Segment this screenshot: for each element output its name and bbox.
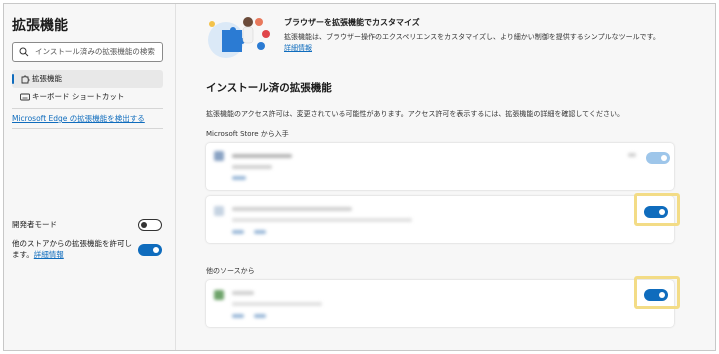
store-section-label: Microsoft Store から入手 <box>206 130 289 138</box>
search-placeholder: インストール済みの拡張機能の検索 <box>35 47 155 56</box>
toggle-knob <box>141 222 147 228</box>
allow-other-stores-label: 他のストアからの拡張機能を許可します。詳細情報 <box>12 238 134 260</box>
sidebar-item-label: キーボード ショートカット <box>32 92 125 101</box>
promo-title: ブラウザーを拡張機能でカスタマイズ <box>284 18 420 27</box>
puzzle-icon <box>21 75 30 84</box>
customize-illustration-icon <box>208 17 270 58</box>
toggle-knob <box>153 247 159 253</box>
search-icon <box>19 47 29 57</box>
promo-learn-more-link[interactable]: 詳細情報 <box>284 44 312 52</box>
extension-card <box>206 276 680 327</box>
main-content: ブラウザーを拡張機能でカスタマイズ 拡張機能は、ブラウザー操作のエクスペリエンス… <box>177 4 715 350</box>
allow-other-stores-text: 他のストアからの拡張機能を許可します。 <box>12 239 132 259</box>
installed-extensions-heading: インストール済の拡張機能 <box>206 82 332 94</box>
sidebar-item-extensions[interactable]: 拡張機能 <box>12 70 163 88</box>
promo-description: 拡張機能は、ブラウザー操作のエクスペリエンスをカスタマイズし、より細かい制御を提… <box>284 32 664 54</box>
allow-other-stores-toggle[interactable] <box>138 244 162 256</box>
search-input[interactable]: インストール済みの拡張機能の検索 <box>12 42 163 62</box>
other-sources-label: 他のソースから <box>206 267 255 275</box>
allow-other-stores-learn-more-link[interactable]: 詳細情報 <box>34 250 64 259</box>
toggle-knob <box>661 155 667 161</box>
extension-toggle[interactable] <box>646 152 670 164</box>
extensions-page: 拡張機能 インストール済みの拡張機能の検索 拡張機能 キーボード ショートカット… <box>3 3 716 351</box>
sidebar-item-label: 拡張機能 <box>32 74 62 83</box>
developer-mode-toggle[interactable] <box>138 219 162 231</box>
discover-extensions-link[interactable]: Microsoft Edge の拡張機能を検出する <box>12 113 145 124</box>
highlight-box <box>634 276 680 309</box>
developer-mode-label: 開発者モード <box>12 220 57 229</box>
promo-desc-text: 拡張機能は、ブラウザー操作のエクスペリエンスをカスタマイズし、より細かい制御を提… <box>284 33 660 41</box>
sidebar-title: 拡張機能 <box>12 18 68 34</box>
sidebar-divider <box>12 128 163 129</box>
sidebar-divider <box>12 108 163 109</box>
keyboard-icon <box>20 93 30 101</box>
highlight-box <box>634 193 680 226</box>
permission-note: 拡張機能のアクセス許可は、変更されている可能性があります。アクセス許可を表示する… <box>206 110 624 118</box>
extension-card <box>206 143 674 190</box>
extension-card <box>206 193 680 243</box>
sidebar-item-keyboard-shortcuts[interactable]: キーボード ショートカット <box>12 88 163 106</box>
sidebar: 拡張機能 インストール済みの拡張機能の検索 拡張機能 キーボード ショートカット… <box>4 4 176 350</box>
